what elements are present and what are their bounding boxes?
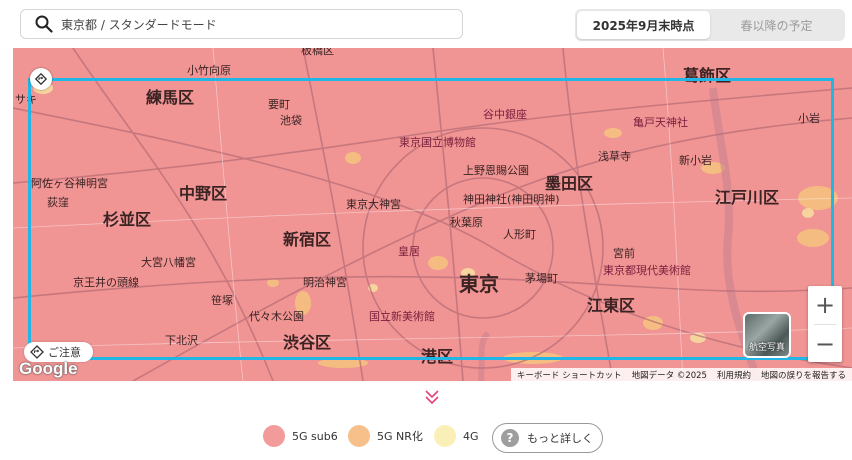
caution-diamond-icon <box>30 345 44 359</box>
more-details-label: もっと詳しく <box>527 432 593 445</box>
map-attribution: キーボード ショートカット 地図データ ©2025 利用規約 地図の誤りを報告す… <box>510 368 852 381</box>
search-bar[interactable]: 東京都 / スタンダードモード <box>20 9 463 39</box>
tab-future[interactable]: 春以降の予定 <box>710 11 843 39</box>
caution-label: ご注意 <box>48 346 81 359</box>
map-label-kotake: 小竹向原 <box>187 64 231 77</box>
chevron-double-down-icon[interactable] <box>424 389 440 405</box>
report-link[interactable]: 地図の誤りを報告する <box>761 369 846 381</box>
legend-swatch-5g-nr <box>348 425 370 447</box>
zoom-out-button[interactable]: − <box>808 325 842 363</box>
search-input-text: 東京都 / スタンダードモード <box>61 17 217 32</box>
aerial-photo-toggle[interactable]: 航空写真 <box>743 312 791 358</box>
legend-5g-sub6: 5G sub6 <box>263 425 338 447</box>
terms-link[interactable]: 利用規約 <box>717 369 751 381</box>
zoom-in-button[interactable]: + <box>808 286 842 324</box>
legend-swatch-5g-sub6 <box>263 425 285 447</box>
legend-label-5g-sub6: 5G sub6 <box>292 429 338 443</box>
period-toggle: 2025年9月末時点 春以降の予定 <box>575 9 845 41</box>
map-data-text: 地図データ ©2025 <box>631 370 707 381</box>
question-icon: ? <box>501 429 519 447</box>
search-icon <box>35 15 53 33</box>
selection-frame <box>28 78 834 360</box>
location-pin-button[interactable] <box>30 68 52 90</box>
legend-swatch-4g <box>434 425 456 447</box>
shortcuts-link[interactable]: キーボード ショートカット <box>517 369 622 381</box>
tab-current[interactable]: 2025年9月末時点 <box>577 11 710 39</box>
legend-label-4g: 4G <box>463 429 479 443</box>
zoom-control: + − <box>808 286 842 362</box>
diamond-icon <box>35 73 47 85</box>
legend-4g: 4G <box>434 425 479 447</box>
coverage-map[interactable]: 板橋区 小竹向原 練馬区 サキ 要町 池袋 谷中銀座 葛飾区 小岩 東京国立博物… <box>13 48 852 381</box>
more-details-button[interactable]: ? もっと詳しく <box>492 423 603 453</box>
legend-5g-nr: 5G NR化 <box>348 425 423 447</box>
map-label-itabashi: 板橋区 <box>301 48 334 57</box>
google-logo: Google <box>19 359 78 378</box>
legend-label-5g-nr: 5G NR化 <box>377 430 423 443</box>
aerial-label: 航空写真 <box>748 343 785 353</box>
